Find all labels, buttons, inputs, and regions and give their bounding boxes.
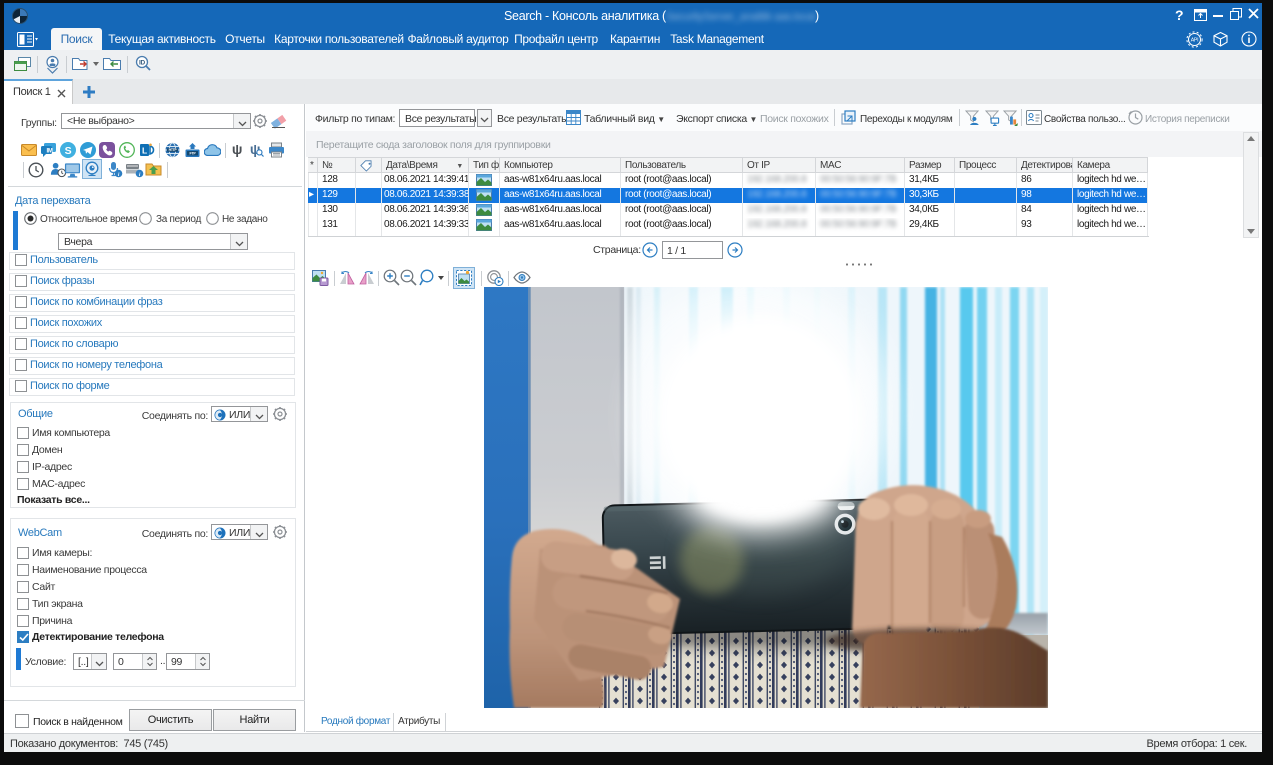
svg-text:IM: IM [47,149,53,155]
svg-text:HTTP: HTTP [169,148,178,152]
svg-text:API: API [1191,38,1198,44]
svg-text:FTP: FTP [190,152,197,156]
svg-text:ID: ID [139,60,146,67]
svg-text:L: L [142,146,147,156]
svg-text:S: S [65,145,72,157]
